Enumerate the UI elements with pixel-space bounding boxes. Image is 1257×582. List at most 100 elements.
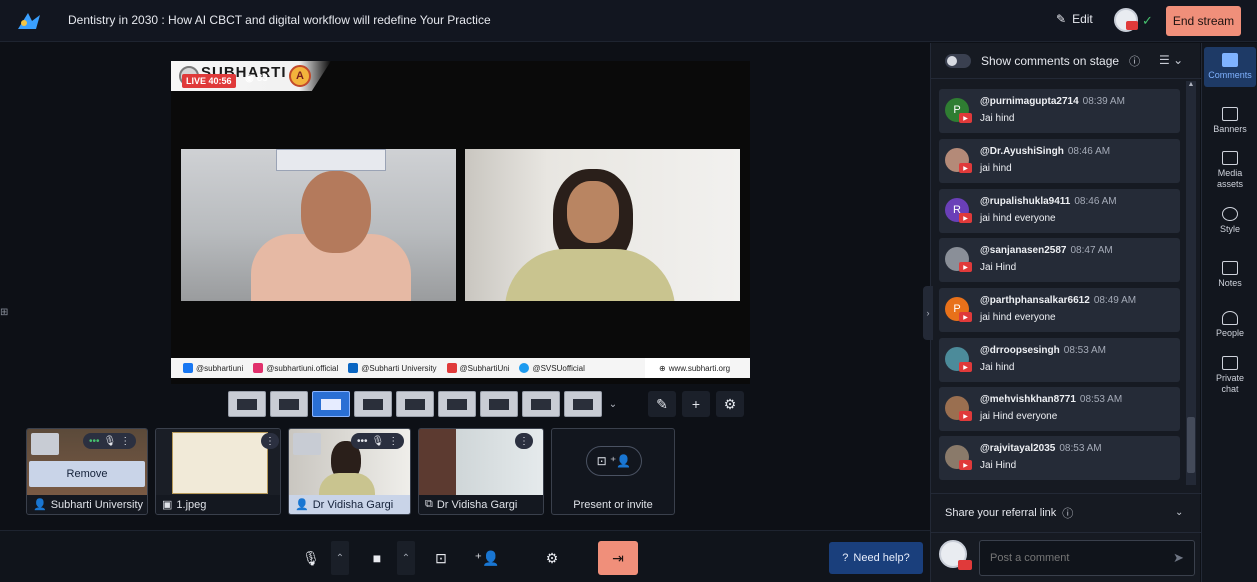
viewer-count-value: 83 (256, 73, 268, 84)
linkedin-handle: @Subharti University (348, 363, 437, 373)
comment-item[interactable]: ▶ @drroopsesingh 08:53 AM Jai hind (939, 338, 1180, 382)
edit-label: Edit (1072, 12, 1093, 26)
rail-private-chat[interactable]: Private chat (1204, 356, 1256, 395)
more-icon[interactable]: ⋮ (515, 433, 533, 449)
post-comment-input[interactable] (979, 540, 1195, 576)
camera-options-chevron-icon[interactable]: ⌃ (397, 541, 415, 575)
layout-sidebar-button[interactable] (438, 391, 476, 417)
rail-banners[interactable]: Banners (1204, 107, 1256, 135)
layout-picture-button[interactable] (480, 391, 518, 417)
layout-group-button[interactable] (270, 391, 308, 417)
rail-style[interactable]: Style (1204, 207, 1256, 235)
participant-controls[interactable]: ••• 🎙 ⋮ (83, 433, 137, 449)
scrollbar-thumb[interactable] (1187, 417, 1195, 473)
layout-grid-button[interactable] (354, 391, 392, 417)
linkedin-handle-text: @Subharti University (361, 363, 437, 373)
layout-fullscreen-button[interactable] (522, 391, 560, 417)
notes-icon (1222, 261, 1238, 275)
comment-username: @Dr.AyushiSingh 08:46 AM (980, 146, 1110, 157)
youtube-icon: ▶ (959, 362, 972, 372)
remove-from-stage-button[interactable]: Remove (29, 461, 145, 487)
nameplate-sign (276, 149, 386, 171)
youtube-icon: ▶ (959, 262, 972, 272)
layout-leader-button[interactable] (396, 391, 434, 417)
facebook-icon (183, 363, 193, 373)
facebook-handle: @subhartiuni (183, 363, 243, 373)
stage-preview: SUBHARTI A LIVE 40:56 ◉ 83 @subhartiuni … (171, 61, 750, 384)
youtube-icon: ▶ (959, 163, 972, 173)
collapse-panel-chevron-icon[interactable]: › (923, 286, 933, 340)
comment-item[interactable]: R ▶ @rupalishukla9411 08:46 AM jai hind e… (939, 189, 1180, 233)
participant-thumb-image[interactable]: ⋮ ▣ 1.jpeg (155, 428, 281, 515)
rail-media-assets[interactable]: Media assets (1204, 151, 1256, 190)
pencil-icon[interactable]: ✎ (648, 391, 676, 417)
settings-gear-icon[interactable]: ⚙ (716, 391, 744, 417)
app-logo-icon (18, 13, 40, 29)
layout-more-chevron-icon[interactable]: ⌄ (606, 391, 620, 417)
invite-guest-icon[interactable]: ⁺👤 (470, 541, 504, 575)
mic-icon: 🎙 (103, 435, 117, 447)
participant-thumb-vidisha[interactable]: ••• 🎙 ⋮ 👤 Dr Vidisha Gargi (288, 428, 411, 515)
comment-username: @sanjanasen2587 08:47 AM (980, 245, 1113, 256)
banners-icon (1222, 107, 1238, 121)
referral-label: Share your referral link (945, 507, 1057, 519)
participant-controls[interactable]: ••• 🎙 ⋮ (351, 433, 405, 449)
comment-username: @drroopsesingh 08:53 AM (980, 345, 1106, 356)
end-stream-button[interactable]: End stream (1166, 6, 1241, 36)
layout-selector: ⌄ (228, 391, 620, 417)
need-help-button[interactable]: ? Need help? (829, 542, 923, 574)
comment-item[interactable]: ▶ @sanjanasen2587 08:47 AM Jai Hind (939, 238, 1180, 282)
comments-panel: › Show comments on stage ⓘ ☰ ⌄ P ▶ @purn… (923, 43, 1201, 582)
website-text: www.subharti.org (668, 363, 731, 373)
username-text: @parthphansalkar6612 (980, 295, 1090, 306)
youtube-icon (1126, 21, 1138, 30)
rail-people[interactable]: People (1204, 311, 1256, 339)
comment-item[interactable]: ▶ @mehvishkhan8771 08:53 AM jai Hind ever… (939, 387, 1180, 431)
participant-name: 👤 Subharti University (27, 495, 147, 514)
chevron-down-icon: ⌄ (1175, 507, 1184, 518)
comment-item[interactable]: ▶ @Dr.AyushiSingh 08:46 AM jai hind (939, 139, 1180, 183)
layout-solo-button[interactable] (228, 391, 266, 417)
settings-gear-icon[interactable]: ⚙ (535, 541, 569, 575)
rail-comments-label: Comments (1208, 70, 1252, 80)
referral-link-section[interactable]: Share your referral link ⓘ ⌄ (931, 493, 1201, 533)
comment-text: Jai hind (980, 362, 1015, 373)
comment-time: 08:39 AM (1082, 96, 1125, 107)
microphone-options-chevron-icon[interactable]: ⌃ (331, 541, 349, 575)
comment-time: 08:53 AM (1079, 394, 1123, 405)
comment-item[interactable]: P ▶ @parthphansalkar6612 08:49 AM jai hin… (939, 288, 1180, 332)
scroll-up-arrow-icon[interactable]: ▲ (1186, 81, 1196, 91)
left-panel-handle-icon[interactable]: ⊞ (0, 307, 12, 319)
youtube-icon: ▶ (959, 312, 972, 322)
share-screen-icon[interactable]: ⊡ (424, 541, 458, 575)
comments-scrollbar[interactable]: ▲ (1186, 81, 1196, 485)
people-icon (1222, 311, 1238, 325)
username-text: @rajvitayal2035 (980, 443, 1056, 454)
comment-username: @parthphansalkar6612 08:49 AM (980, 295, 1136, 306)
filter-icon[interactable]: ☰ ⌄ (1159, 53, 1183, 67)
rail-notes[interactable]: Notes (1204, 261, 1256, 289)
comment-username: @purnimagupta2714 08:39 AM (980, 96, 1125, 107)
comment-username: @rupalishukla9411 08:46 AM (980, 196, 1117, 207)
comment-item[interactable]: P ▶ @purnimagupta2714 08:39 AM Jai hind (939, 89, 1180, 133)
leave-studio-icon[interactable]: ⇥ (598, 541, 638, 575)
more-icon[interactable]: ⋮ (261, 433, 279, 449)
rail-comments[interactable]: Comments (1204, 47, 1256, 87)
layout-side-by-side-button[interactable] (312, 391, 350, 417)
participant-thumb-slide[interactable]: ⋮ ⧉ Dr Vidisha Gargi (418, 428, 544, 515)
participant-thumb-subharti[interactable]: ••• 🎙 ⋮ Remove 👤 Subharti University (26, 428, 148, 515)
present-or-invite-card[interactable]: ⊡ ⁺👤 Present or invite (551, 428, 675, 515)
comment-item[interactable]: ▶ @rajvitayal2035 08:53 AM Jai Hind (939, 436, 1180, 480)
youtube-icon: ▶ (959, 460, 972, 470)
layout-cinema-button[interactable] (564, 391, 602, 417)
camera-icon[interactable]: ■ (360, 541, 394, 575)
username-text: @mehvishkhan8771 (980, 394, 1076, 405)
add-icon[interactable]: + (682, 391, 710, 417)
help-icon: ? (842, 552, 849, 564)
info-icon[interactable]: ⓘ (1129, 53, 1140, 69)
send-icon[interactable]: ➤ (1173, 550, 1184, 566)
show-comments-toggle[interactable] (945, 53, 971, 68)
edit-button[interactable]: ✎ Edit (1056, 12, 1093, 26)
microphone-icon[interactable]: 🎙 (294, 541, 328, 575)
participant-name-text: Dr Vidisha Gargi (312, 498, 394, 511)
